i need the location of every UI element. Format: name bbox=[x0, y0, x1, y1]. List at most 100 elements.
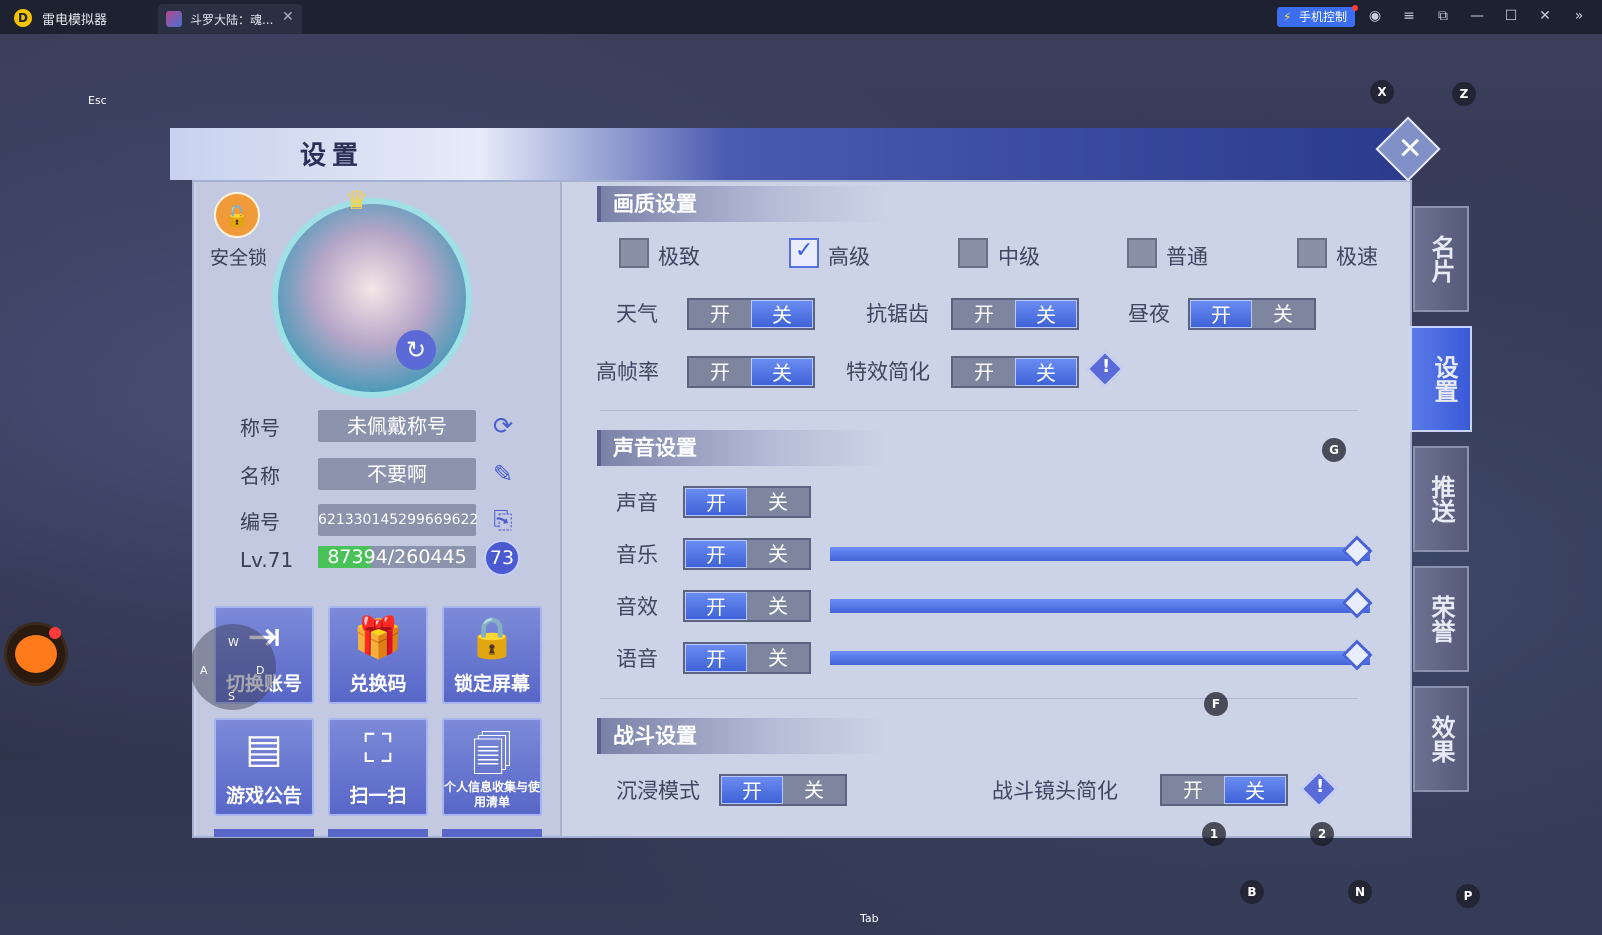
title-label: 称号 bbox=[240, 416, 280, 440]
tile-partial bbox=[214, 829, 314, 837]
effects-simplify-label: 特效简化 bbox=[846, 360, 930, 384]
id-label: 编号 bbox=[240, 510, 280, 534]
avatar[interactable]: ↻ bbox=[272, 198, 472, 398]
quality-normal-label: 普通 bbox=[1166, 245, 1208, 269]
tab-game[interactable]: 斗罗大陆：魂... ✕ bbox=[158, 4, 302, 34]
quality-high-checkbox[interactable] bbox=[789, 238, 819, 268]
key-hint-w: W bbox=[228, 636, 239, 649]
mascot-icon bbox=[15, 635, 57, 673]
privacy-list-button[interactable]: 🗐 个人信息收集与使用清单 bbox=[442, 718, 542, 816]
key-hint-n: N bbox=[1348, 880, 1372, 904]
name-label: 名称 bbox=[240, 464, 280, 488]
scan-button[interactable]: ⛶ 扫一扫 bbox=[328, 718, 428, 816]
game-icon bbox=[166, 11, 182, 27]
padlock-icon: 🔒 bbox=[467, 615, 517, 661]
level-badge: 73 bbox=[484, 540, 520, 576]
emulator-assistant-button[interactable] bbox=[4, 622, 68, 686]
notification-dot bbox=[49, 627, 61, 639]
music-label: 音乐 bbox=[616, 543, 658, 567]
quality-extreme-checkbox[interactable] bbox=[619, 238, 649, 268]
divider bbox=[600, 698, 1358, 699]
immersive-mode-toggle[interactable]: 开 关 bbox=[719, 774, 847, 806]
copy-id-icon[interactable]: ⎘ bbox=[488, 505, 518, 535]
key-hint-a: A bbox=[200, 664, 208, 677]
minimize-icon[interactable]: — bbox=[1468, 8, 1486, 24]
effects-simplify-toggle[interactable]: 开 关 bbox=[951, 356, 1079, 388]
announcement-button[interactable]: ▤ 游戏公告 bbox=[214, 718, 314, 816]
key-hint-b: B bbox=[1240, 880, 1264, 904]
sound-section-title: 声音设置 bbox=[597, 430, 887, 466]
voice-label: 语音 bbox=[616, 647, 658, 671]
app-name: 雷电模拟器 bbox=[42, 13, 108, 28]
lightning-icon: ⚡ bbox=[1283, 10, 1292, 24]
key-hint-f: F bbox=[1204, 692, 1228, 716]
notification-dot bbox=[1352, 5, 1358, 11]
highfps-label: 高帧率 bbox=[596, 360, 659, 384]
lock-screen-button[interactable]: 🔒 锁定屏幕 bbox=[442, 606, 542, 704]
quality-high-label: 高级 bbox=[828, 245, 870, 269]
level-label: Lv.71 bbox=[240, 548, 294, 572]
window-mode-icon[interactable]: ⧉ bbox=[1434, 8, 1452, 24]
music-toggle[interactable]: 开 关 bbox=[683, 538, 811, 570]
tab-honor[interactable]: 荣誉 bbox=[1413, 566, 1469, 672]
sound-toggle[interactable]: 开 关 bbox=[683, 486, 811, 518]
quality-medium-checkbox[interactable] bbox=[958, 238, 988, 268]
quality-medium-label: 中级 bbox=[998, 245, 1040, 269]
sfx-label: 音效 bbox=[616, 595, 658, 619]
quality-normal-checkbox[interactable] bbox=[1127, 238, 1157, 268]
edit-name-icon[interactable]: ✎ bbox=[488, 459, 518, 489]
key-hint-esc: Esc bbox=[88, 94, 107, 107]
tile-partial bbox=[328, 829, 428, 837]
menu-icon[interactable]: ≡ bbox=[1400, 8, 1418, 24]
user-icon[interactable]: ◉ bbox=[1366, 8, 1384, 24]
key-hint-2: 2 bbox=[1310, 822, 1334, 846]
tab-push[interactable]: 推送 bbox=[1413, 446, 1469, 552]
music-slider[interactable] bbox=[830, 535, 1373, 567]
voice-toggle[interactable]: 开 关 bbox=[683, 642, 811, 674]
immersive-mode-label: 沉浸模式 bbox=[616, 779, 700, 803]
tab-title: 斗罗大陆：魂... bbox=[190, 13, 274, 27]
tab-settings[interactable]: 设置 bbox=[1410, 326, 1472, 432]
title-bar: D 雷电模拟器 斗罗大陆：魂... ✕ ⚡ 手机控制 ◉ ≡ ⧉ — ☐ ✕ » bbox=[0, 0, 1602, 34]
sound-label: 声音 bbox=[616, 491, 658, 515]
tab-effects[interactable]: 效果 bbox=[1413, 686, 1469, 792]
refresh-avatar-icon[interactable]: ↻ bbox=[396, 330, 436, 370]
sfx-slider[interactable] bbox=[830, 587, 1373, 619]
maximize-icon[interactable]: ☐ bbox=[1502, 8, 1520, 24]
voice-slider[interactable] bbox=[830, 639, 1373, 671]
lock-icon[interactable]: 🔓 bbox=[214, 192, 260, 238]
close-icon: ✕ bbox=[1397, 131, 1423, 167]
tab-close-icon[interactable]: ✕ bbox=[282, 9, 294, 25]
security-lock-label: 安全锁 bbox=[210, 247, 268, 269]
graphics-section-title: 画质设置 bbox=[597, 186, 887, 222]
id-value: 621330145299669622 bbox=[318, 504, 478, 536]
gift-icon: 🎁 bbox=[353, 615, 403, 661]
quality-fast-checkbox[interactable] bbox=[1297, 238, 1327, 268]
close-window-icon[interactable]: ✕ bbox=[1536, 8, 1554, 24]
title-value[interactable]: 未佩戴称号 bbox=[318, 410, 476, 442]
weather-toggle[interactable]: 开 关 bbox=[687, 298, 815, 330]
exp-text: 87394/260445 bbox=[327, 546, 467, 568]
change-title-icon[interactable]: ⟳ bbox=[488, 411, 518, 441]
phone-control-button[interactable]: ⚡ 手机控制 bbox=[1277, 5, 1358, 27]
weather-label: 天气 bbox=[616, 302, 658, 326]
crown-icon: ♛ bbox=[345, 186, 369, 216]
sfx-toggle[interactable]: 开 关 bbox=[683, 590, 811, 622]
redeem-code-button[interactable]: 🎁 兑换码 bbox=[328, 606, 428, 704]
daynight-label: 昼夜 bbox=[1128, 302, 1170, 326]
antialias-toggle[interactable]: 开 关 bbox=[951, 298, 1079, 330]
page-title: 设置 bbox=[300, 141, 365, 171]
daynight-toggle[interactable]: 开 关 bbox=[1188, 298, 1316, 330]
sfx-slider-fill bbox=[830, 599, 1370, 613]
highfps-toggle[interactable]: 开 关 bbox=[687, 356, 815, 388]
battle-camera-label: 战斗镜头简化 bbox=[992, 779, 1118, 803]
battle-camera-toggle[interactable]: 开 关 bbox=[1160, 774, 1288, 806]
key-hint-d: D bbox=[256, 664, 265, 677]
key-hint-z: Z bbox=[1452, 82, 1476, 106]
tab-namecard[interactable]: 名片 bbox=[1413, 206, 1469, 312]
quality-fast-label: 极速 bbox=[1336, 245, 1378, 269]
name-value[interactable]: 不要啊 bbox=[318, 458, 476, 490]
battle-section-title: 战斗设置 bbox=[597, 718, 887, 754]
expand-sidebar-icon[interactable]: » bbox=[1570, 8, 1588, 24]
exp-progress-bar: 87394/260445 bbox=[318, 546, 476, 568]
